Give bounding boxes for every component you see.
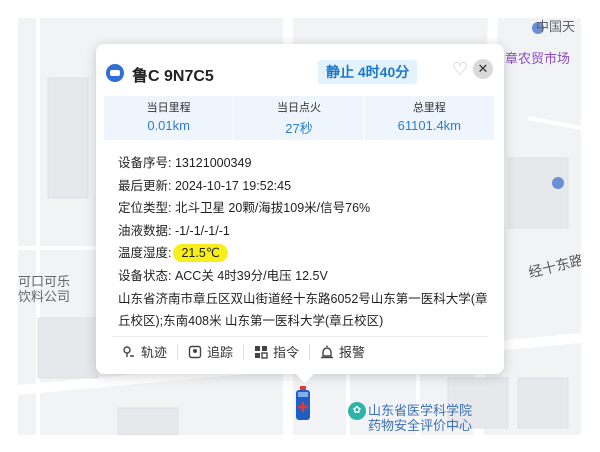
track-icon (122, 345, 136, 359)
car-icon (106, 64, 124, 82)
stats-bar: 当日里程 0.01km 当日点火 27秒 总里程 61101.4km (104, 96, 494, 140)
fuel-data: 油液数据: -1/-1/-1/-1 (118, 223, 230, 238)
follow-button[interactable]: 追踪 (178, 343, 245, 360)
stat-daily-ignition: 当日点火 27秒 (234, 96, 365, 140)
follow-icon (188, 345, 202, 359)
plate-number: 鲁C 9N7C5 (132, 68, 214, 85)
location-type: 定位类型: 北斗卫星 20颗/海拔109米/信号76% (118, 201, 371, 216)
map-label-school-2: 药物安全评价中心 (368, 418, 473, 433)
alarm-button[interactable]: 报警 (310, 344, 375, 360)
favorite-heart-icon[interactable]: ♡ (452, 59, 468, 80)
map-label-top-right: 中国天 (536, 19, 576, 34)
stat-daily-mileage: 当日里程 0.01km (104, 96, 235, 140)
stat-total-mileage: 总里程 61101.4km (397, 102, 461, 133)
command-icon (254, 345, 268, 359)
map-label-beverage: 饮料公司 (18, 289, 71, 304)
vehicle-marker-icon[interactable] (294, 386, 312, 422)
last-update: 最后更新: 2024-10-17 19:52:45 (118, 178, 292, 193)
device-serial: 设备序号: 13121000349 (118, 156, 252, 170)
device-info: 设备序号: 13121000349 最后更新: 2024-10-17 19:52… (118, 152, 488, 332)
map-label-market: 章农贸市场 (505, 51, 571, 66)
alarm-icon (320, 345, 334, 359)
track-button[interactable]: 轨迹 (112, 343, 179, 360)
popup-header: 鲁C 9N7C5 静止 4时40分 ♡ ✕ (96, 44, 504, 96)
temp-label: 温度湿度: (118, 246, 172, 261)
status-badge: 静止 4时40分 (318, 60, 418, 84)
school-poi-icon: ✿ (348, 402, 366, 420)
command-button[interactable]: 指令 (244, 343, 311, 360)
vehicle-info-popup: 鲁C 9N7C5 静止 4时40分 ♡ ✕ 当日里程 0.01km 当日点火 2… (96, 44, 504, 383)
temp-value: 21.5℃ (173, 244, 228, 263)
address: 山东省济南市章丘区双山街道经十东路6052号山东第一医科大学(章丘校区);东南4… (118, 291, 488, 328)
action-bar: 轨迹 追踪 指令 报警 (112, 336, 488, 362)
close-icon[interactable]: ✕ (473, 59, 493, 79)
device-status: 设备状态: ACC关 4时39分/电压 12.5V (118, 268, 328, 283)
temp-humidity-row: 温度湿度: 21.5℃ (118, 242, 488, 265)
